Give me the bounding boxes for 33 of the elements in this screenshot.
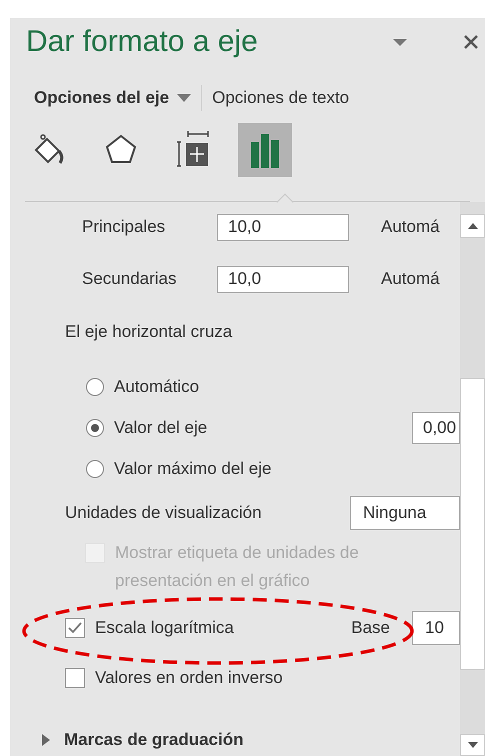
checkbox-label: Valores en orden inverso xyxy=(95,667,283,690)
checkbox[interactable] xyxy=(65,668,85,688)
section-header[interactable]: Marcas de graduación xyxy=(10,727,460,752)
unit-value-field[interactable]: 10,0 xyxy=(217,266,349,292)
close-icon[interactable] xyxy=(463,34,479,50)
display-units-label: Unidades de visualización xyxy=(65,502,262,524)
checkbox[interactable] xyxy=(65,618,85,638)
display-units-dropdown[interactable]: Ninguna xyxy=(350,496,460,530)
panel-title: Dar formato a eje xyxy=(26,27,258,57)
radio-label: Valor del eje xyxy=(114,416,208,439)
checkmark-icon xyxy=(68,622,82,634)
checkbox-label: Escala logarítmica xyxy=(95,617,234,640)
base-field[interactable]: 10 xyxy=(412,611,460,645)
radio-label: Automático xyxy=(114,376,200,398)
options-tab[interactable]: Opciones del eje xyxy=(34,85,192,111)
axis-value-field[interactable]: 0,00 xyxy=(412,412,460,444)
options-tab[interactable]: Opciones de texto xyxy=(212,85,350,111)
radio-label: Valor máximo del eje xyxy=(114,458,272,480)
radio-button[interactable] xyxy=(86,418,104,436)
radio-button[interactable] xyxy=(86,460,104,478)
unit-mode-text: Automá xyxy=(381,216,440,238)
unit-value-field[interactable]: 10,0 xyxy=(217,214,349,240)
scrollbar[interactable] xyxy=(460,202,485,756)
unit-label: Principales xyxy=(82,216,166,238)
paint-bucket-icon xyxy=(32,133,66,167)
radio-button[interactable] xyxy=(86,378,104,396)
size-position-icon xyxy=(176,130,210,170)
section-heading: El eje horizontal cruza xyxy=(64,321,234,344)
unit-mode-text: Automá xyxy=(381,268,440,290)
base-label: Base xyxy=(351,617,390,640)
dropdown-arrow-icon[interactable] xyxy=(393,38,407,46)
checkbox-label: Mostrar etiqueta de unidades de presentación en el gráfico xyxy=(115,542,360,592)
unit-label: Secundarias xyxy=(82,268,178,290)
